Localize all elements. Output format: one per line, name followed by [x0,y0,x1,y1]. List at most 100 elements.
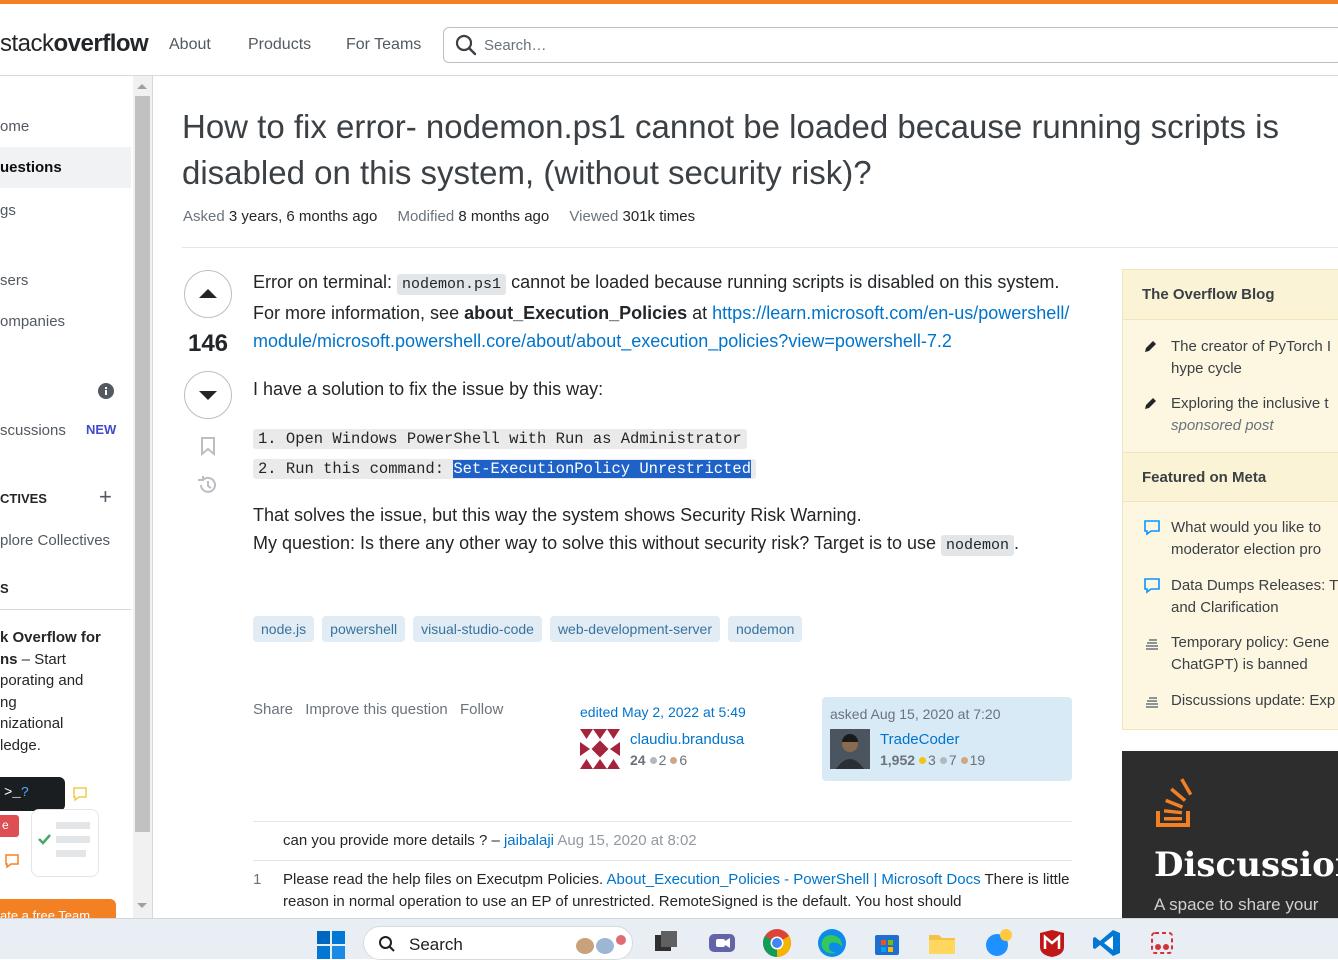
improve-question-link[interactable]: Improve this question [305,701,448,718]
meta-item[interactable]: What would you like to moderator election… [1171,517,1321,561]
comment-score: 1 [253,871,262,888]
tag-powershell[interactable]: powershell [322,616,406,642]
share-link[interactable]: Share [253,701,293,718]
task-view-icon[interactable] [651,927,683,959]
nav-products[interactable]: Products [248,36,311,54]
search-box[interactable] [443,27,1338,63]
sidebar-item-home[interactable]: ome [0,118,29,135]
editor-reputation: 24 2 6 [630,752,687,770]
blog-item-line: Exploring the inclusive t [1171,395,1329,412]
search-icon [379,936,395,952]
asker-name[interactable]: TradeCoder [880,731,959,748]
sidebar-item-tags[interactable]: gs [0,202,16,219]
taskbar-search[interactable]: Search [363,926,633,960]
discussions-promo[interactable]: Discussion A space to share your [1122,751,1338,918]
tag-visual-studio-code[interactable]: visual-studio-code [413,616,542,642]
comment-user[interactable]: jaibalaji [504,832,554,849]
downvote-button[interactable] [184,371,232,419]
gold-badge-icon [919,757,927,764]
teams-promo-line: ledge. [0,736,41,754]
asker-silver: 7 [948,752,957,768]
asker-avatar[interactable] [830,729,870,769]
checklist-illustration [31,809,99,877]
modified-value[interactable]: 8 months ago [458,208,549,225]
site-logo[interactable]: stackoverflow [0,30,149,58]
tag-web-development-server[interactable]: web-development-server [549,616,721,642]
vote-count: 146 [187,330,229,357]
sidebar-item-companies[interactable]: ompanies [0,313,65,330]
teams-promo-line: porating and [0,672,84,689]
blog-item[interactable]: Exploring the inclusive t sponsored post [1171,393,1329,437]
meta-item[interactable]: Discussions update: Exp [1171,690,1335,712]
comment-date[interactable]: Aug 15, 2020 at 8:02 [557,832,696,849]
history-icon[interactable] [196,474,220,496]
pencil-icon [1145,398,1156,409]
body-bold: about_Execution_Policies [464,303,688,323]
asked-value: 3 years, 6 months ago [228,208,378,225]
selected-command: Set-ExecutionPolicy Unrestricted [453,460,751,478]
nav-about[interactable]: About [169,36,211,54]
logo-bold: overflow [53,30,149,57]
tag-nodemon[interactable]: nodemon [728,616,803,642]
asker-reputation: 1,952 3 7 19 [880,752,985,770]
upvote-button[interactable] [184,270,232,318]
nav-for-teams[interactable]: For Teams [346,36,421,54]
scroll-down-arrow-icon[interactable] [136,902,148,910]
sidebar-item-questions[interactable]: uestions [0,159,62,176]
info-icon[interactable] [98,383,114,399]
edited-time[interactable]: edited May 2, 2022 at 5:49 [580,704,810,720]
meta-header: Featured on Meta [1123,452,1338,502]
code-line: 1. Open Windows PowerShell with Run as A… [253,429,747,449]
blog-item[interactable]: The creator of PyTorch I hype cycle [1171,336,1331,380]
snipping-tool-icon[interactable] [1146,927,1178,959]
stackoverflow-logo-icon [1156,778,1193,827]
teams-promo-line: nizational [0,715,64,732]
search-highlight-birds-icon [576,935,626,954]
microsoft-store-icon[interactable] [871,927,903,959]
editor-avatar[interactable] [580,729,620,769]
follow-link[interactable]: Follow [460,701,503,718]
meta-item[interactable]: Temporary policy: Gene ChatGPT) is banned [1171,632,1329,676]
asked-time: asked Aug 15, 2020 at 7:20 [830,706,1001,722]
speech-bubble-icon [1144,520,1160,536]
upvote-arrow-icon [199,289,217,298]
bookmark-icon[interactable] [199,436,217,456]
meta-item-line: ChatGPT) is banned [1171,656,1308,673]
teams-chat-icon[interactable] [706,927,738,959]
sidebar-scroll-thumb[interactable] [135,96,150,832]
sidebar-item-discussions[interactable]: scussions [0,422,66,439]
add-collective-icon[interactable]: + [99,484,112,510]
weather-widget-icon[interactable] [981,927,1013,959]
tag-nodejs[interactable]: node.js [253,616,315,642]
viewed-label: Viewed [569,208,619,225]
meta-item-line: Discussions update: Exp [1171,692,1336,709]
question-title[interactable]: How to fix error- nodemon.ps1 cannot be … [182,104,1322,196]
sponsored-label: sponsored post [1171,417,1274,434]
scroll-up-arrow-icon[interactable] [136,82,148,90]
speech-bubble-icon [73,787,87,802]
meta-item-line: moderator election pro [1171,541,1322,558]
comment-link[interactable]: About_Execution_Policies - PowerShell | … [607,871,981,888]
editor-name[interactable]: claudiu.brandusa [630,731,744,748]
edge-icon[interactable] [816,927,848,959]
mcafee-icon[interactable] [1036,927,1068,959]
meta-item[interactable]: Data Dumps Releases: T and Clarification [1171,575,1338,619]
file-explorer-icon[interactable] [926,927,958,959]
sidebar-item-users[interactable]: sers [0,272,28,289]
asker-card: asked Aug 15, 2020 at 7:20 TradeCoder 1,… [822,697,1072,781]
sidebar-item-explore-collectives[interactable]: plore Collectives [0,532,110,549]
bronze-badge-icon [670,757,678,764]
create-team-button[interactable]: ate a free Team [0,899,116,918]
body-text: at [687,303,713,323]
inline-code: nodemon [940,535,1014,556]
promo-title: Discussion [1154,845,1338,885]
modified-label: Modified [397,208,455,225]
sidebar-divider [0,609,131,610]
windows-start-icon[interactable] [316,930,346,960]
silver-badge-icon [939,757,947,764]
chrome-icon[interactable] [761,927,793,959]
asker-rep: 1,952 [880,752,916,768]
vscode-icon[interactable] [1091,927,1123,959]
search-input[interactable] [484,28,1084,62]
inline-code: nodemon.ps1 [397,274,507,295]
